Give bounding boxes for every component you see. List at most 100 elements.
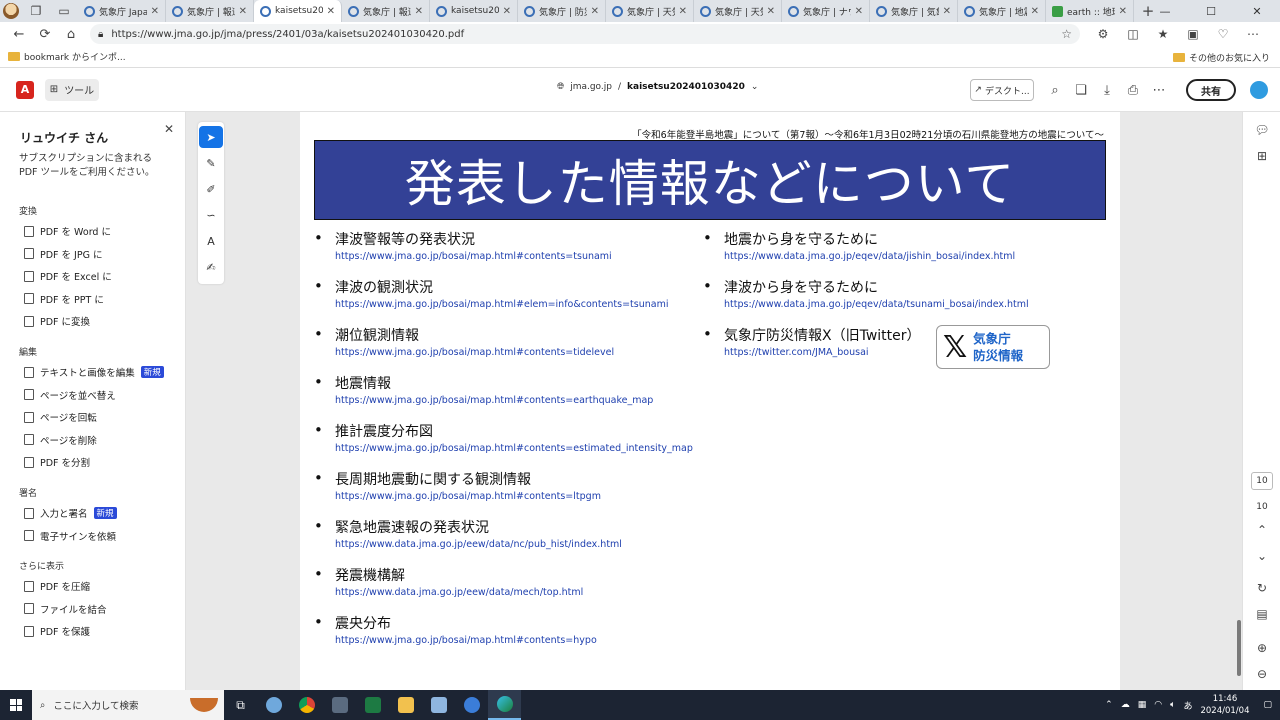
zoom-out-icon[interactable]: ⊖ bbox=[1252, 664, 1272, 684]
close-tab-icon[interactable]: ✕ bbox=[239, 6, 247, 17]
excel-icon[interactable] bbox=[356, 690, 389, 720]
x-account-badge[interactable]: 𝕏 気象庁 防災情報 bbox=[936, 325, 1050, 369]
other-favorites[interactable]: その他のお気に入り bbox=[1172, 51, 1270, 64]
panel-tool-item[interactable]: ページを回転 bbox=[24, 410, 97, 424]
close-tab-icon[interactable]: ✕ bbox=[151, 6, 159, 17]
entry-link[interactable]: https://www.jma.go.jp/bosai/map.html#con… bbox=[335, 443, 693, 454]
wifi-icon[interactable]: ◠ bbox=[1154, 700, 1162, 710]
panel-tool-item[interactable]: PDF を圧縮 bbox=[24, 579, 90, 593]
freehand-tool-icon[interactable]: ∽ bbox=[199, 204, 223, 226]
close-tab-icon[interactable]: ✕ bbox=[591, 6, 599, 17]
notes-app-icon[interactable] bbox=[422, 690, 455, 720]
profile-button[interactable] bbox=[0, 0, 22, 22]
entry-link[interactable]: https://www.data.jma.go.jp/eqev/data/tsu… bbox=[724, 299, 1029, 310]
start-button[interactable] bbox=[0, 690, 32, 720]
panel-tool-item[interactable]: PDF を Word に bbox=[24, 224, 111, 238]
comments-icon[interactable]: 💬︎ bbox=[1252, 120, 1272, 140]
file-explorer-icon[interactable] bbox=[389, 690, 422, 720]
back-icon[interactable]: ← bbox=[6, 22, 32, 46]
maximize-icon[interactable]: ☐ bbox=[1188, 0, 1234, 22]
entry-link[interactable]: https://www.data.jma.go.jp/eqev/data/jis… bbox=[724, 251, 1015, 262]
panel-tool-item[interactable]: PDF を PPT に bbox=[24, 292, 104, 306]
panel-tool-item[interactable]: PDF を保護 bbox=[24, 624, 90, 638]
browser-tab[interactable]: 気象庁 | 天気 ✕ bbox=[606, 0, 694, 22]
browser-tab[interactable]: 気象庁 | 防災 ✕ bbox=[518, 0, 606, 22]
zoom-in-icon[interactable]: ⊕ bbox=[1252, 638, 1272, 658]
vertical-scrollbar[interactable] bbox=[1237, 620, 1241, 676]
entry-link[interactable]: https://www.jma.go.jp/bosai/map.html#con… bbox=[335, 491, 601, 502]
app-icon[interactable] bbox=[455, 690, 488, 720]
panel-tool-item[interactable]: PDF を JPG に bbox=[24, 247, 102, 261]
url-field[interactable]: 🔒︎ https://www.jma.go.jp/jma/press/2401/… bbox=[90, 24, 1080, 44]
entry-link[interactable]: https://www.jma.go.jp/bosai/map.html#con… bbox=[335, 635, 597, 646]
document-title[interactable]: 🌐︎ jma.go.jp / kaisetsu202401030420 ⌄ bbox=[557, 82, 758, 92]
clock[interactable]: 11:46 2024/01/04 bbox=[1200, 693, 1249, 717]
entry-link[interactable]: https://www.jma.go.jp/bosai/map.html#ele… bbox=[335, 299, 668, 310]
entry-link[interactable]: https://www.data.jma.go.jp/eew/data/mech… bbox=[335, 587, 583, 598]
close-tab-icon[interactable]: ✕ bbox=[415, 6, 423, 17]
chevron-down-icon[interactable]: ⌄ bbox=[1252, 546, 1272, 566]
calculator-icon[interactable] bbox=[323, 690, 356, 720]
split-screen-icon[interactable]: ◫ bbox=[1118, 22, 1148, 46]
refresh-icon[interactable]: ⟳ bbox=[32, 22, 58, 46]
bookmark-import-folder[interactable]: bookmark からインポ... bbox=[24, 50, 126, 63]
notification-icon[interactable]: ▢ bbox=[1263, 700, 1272, 710]
extensions-icon[interactable]: ⚙ bbox=[1088, 22, 1118, 46]
entry-link[interactable]: https://twitter.com/JMA_bousai bbox=[724, 347, 921, 358]
network-icon[interactable]: ▦ bbox=[1138, 700, 1147, 710]
panel-tool-item[interactable]: PDF を Excel に bbox=[24, 269, 112, 283]
more-menu-icon[interactable]: ⋯ bbox=[1238, 22, 1268, 46]
chrome-icon[interactable] bbox=[290, 690, 323, 720]
volume-icon[interactable]: 🔈︎ bbox=[1170, 700, 1175, 710]
current-page-input[interactable]: 10 bbox=[1251, 472, 1273, 490]
close-tab-icon[interactable]: ✕ bbox=[855, 6, 863, 17]
tab-actions-icon[interactable]: ▭ bbox=[50, 0, 78, 22]
comment-tool-icon[interactable]: ✎ bbox=[199, 152, 223, 174]
thumbnails-icon[interactable]: ⊞ bbox=[1252, 146, 1272, 166]
browser-essentials-icon[interactable]: ♡ bbox=[1208, 22, 1238, 46]
panel-tool-item[interactable]: ページを並べ替え bbox=[24, 388, 116, 402]
browser-tab[interactable]: 気象庁 | 天気 ✕ bbox=[694, 0, 782, 22]
select-tool-icon[interactable]: ➤ bbox=[199, 126, 223, 148]
panel-tool-item[interactable]: ファイルを結合 bbox=[24, 602, 107, 616]
browser-tab[interactable]: 気象庁 | 地震 ✕ bbox=[958, 0, 1046, 22]
account-avatar[interactable] bbox=[1250, 81, 1268, 99]
entry-link[interactable]: https://www.jma.go.jp/bosai/map.html#con… bbox=[335, 347, 614, 358]
share-button[interactable]: 共有 bbox=[1186, 79, 1236, 101]
entry-link[interactable]: https://www.jma.go.jp/bosai/map.html#con… bbox=[335, 395, 653, 406]
close-tab-icon[interactable]: ✕ bbox=[503, 6, 511, 17]
panel-tool-item[interactable]: テキストと画像を編集 新規 bbox=[24, 365, 164, 379]
browser-tab[interactable]: 気象庁 Japan ✕ bbox=[78, 0, 166, 22]
tools-button[interactable]: ⊞ ツール bbox=[45, 78, 99, 101]
favorites-icon[interactable]: ★ bbox=[1148, 22, 1178, 46]
browser-tab[interactable]: 気象庁 | 報道 ✕ bbox=[342, 0, 430, 22]
open-in-desktop-button[interactable]: ↗ デスクト... bbox=[970, 79, 1034, 101]
panel-tool-item[interactable]: PDF を分割 bbox=[24, 455, 90, 469]
close-tab-icon[interactable]: ✕ bbox=[679, 6, 687, 17]
panel-tool-item[interactable]: ページを削除 bbox=[24, 433, 97, 447]
taskbar-search-box[interactable]: ⌕ ここに入力して検索 bbox=[32, 690, 224, 720]
minimize-icon[interactable]: — bbox=[1142, 0, 1188, 22]
sign-tool-icon[interactable]: ✍ bbox=[199, 256, 223, 278]
page-view-icon[interactable]: ❏ bbox=[1068, 77, 1094, 103]
favorite-star-icon[interactable]: ☆ bbox=[1061, 27, 1072, 41]
search-icon[interactable]: ⌕ bbox=[1042, 77, 1068, 103]
chevron-up-icon[interactable]: ⌃ bbox=[1252, 520, 1272, 540]
browser-tab[interactable]: kaisetsu2024 ✕ bbox=[254, 0, 342, 22]
entry-link[interactable]: https://www.jma.go.jp/bosai/map.html#con… bbox=[335, 251, 612, 262]
rotate-icon[interactable]: ↻ bbox=[1252, 578, 1272, 598]
browser-tab[interactable]: 気象庁 | 気象 ✕ bbox=[870, 0, 958, 22]
close-tab-icon[interactable]: ✕ bbox=[327, 6, 335, 17]
edge-icon[interactable] bbox=[488, 690, 521, 720]
browser-tab[interactable]: earth :: 地球 ✕ bbox=[1046, 0, 1134, 22]
collections-icon[interactable]: ▣ bbox=[1178, 22, 1208, 46]
close-tab-icon[interactable]: ✕ bbox=[1119, 6, 1127, 17]
close-tab-icon[interactable]: ✕ bbox=[767, 6, 775, 17]
workspaces-icon[interactable]: ❐ bbox=[22, 0, 50, 22]
page-fit-icon[interactable]: ▤ bbox=[1252, 604, 1272, 624]
entry-link[interactable]: https://www.data.jma.go.jp/eew/data/nc/p… bbox=[335, 539, 622, 550]
close-panel-icon[interactable]: ✕ bbox=[164, 122, 174, 136]
panel-tool-item[interactable]: 電子サインを依頼 bbox=[24, 529, 116, 543]
browser-tab[interactable]: kaisetsu2024 ✕ bbox=[430, 0, 518, 22]
close-window-icon[interactable]: ✕ bbox=[1234, 0, 1280, 22]
